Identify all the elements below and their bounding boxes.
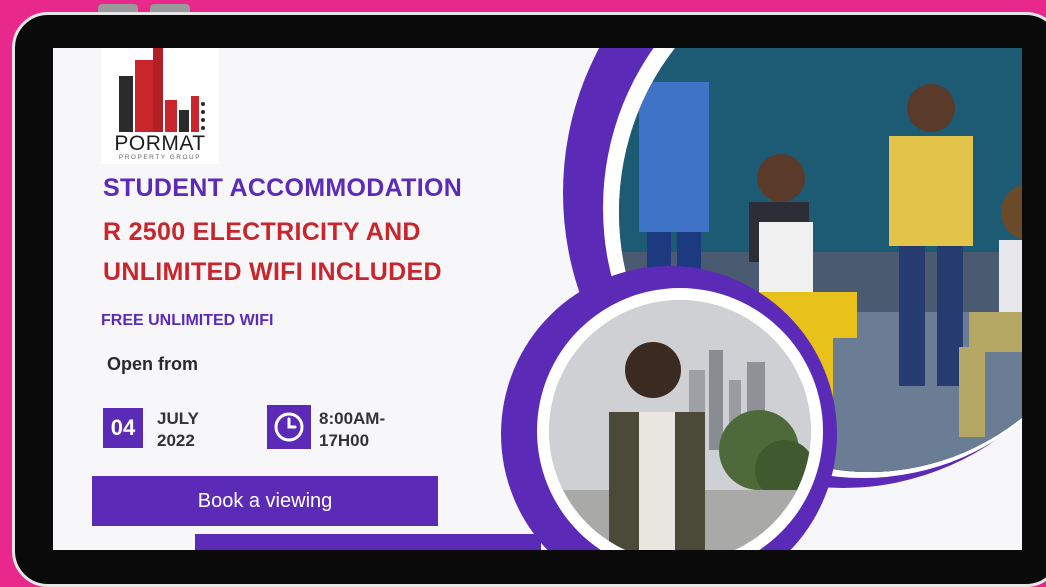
ad-screen: PORMAT PROPERTY GROUP STUDENT ACCOMMODAT… xyxy=(53,48,1022,550)
offer-line-1: R 2500 ELECTRICITY AND xyxy=(103,218,421,246)
open-label: Open from xyxy=(107,354,199,374)
clock-icon xyxy=(267,405,311,449)
logo-brand: PORMAT xyxy=(114,132,206,155)
time-end: 17H00 xyxy=(319,431,370,450)
book-viewing-button[interactable]: Book a viewing xyxy=(92,476,438,526)
time-text: 8:00AM- 17H00 xyxy=(319,408,385,452)
year-text: 2022 xyxy=(157,431,195,450)
logo: PORMAT PROPERTY GROUP xyxy=(101,48,219,164)
logo-tagline: PROPERTY GROUP xyxy=(118,154,202,161)
logo-buildings-graphic xyxy=(119,48,205,132)
student-photo xyxy=(549,300,811,550)
wifi-text: FREE UNLIMITED WIFI xyxy=(101,312,274,329)
student-photo-illustration xyxy=(549,300,811,550)
offer-line-2: UNLIMITED WIFI INCLUDED xyxy=(103,258,442,286)
secondary-button[interactable] xyxy=(195,534,541,550)
day-badge: 04 xyxy=(103,408,143,448)
ad-title: STUDENT ACCOMMODATION xyxy=(103,174,463,202)
month-text: JULY xyxy=(157,409,199,428)
time-start: 8:00AM- xyxy=(319,409,386,428)
date-text: JULY 2022 xyxy=(157,408,199,452)
